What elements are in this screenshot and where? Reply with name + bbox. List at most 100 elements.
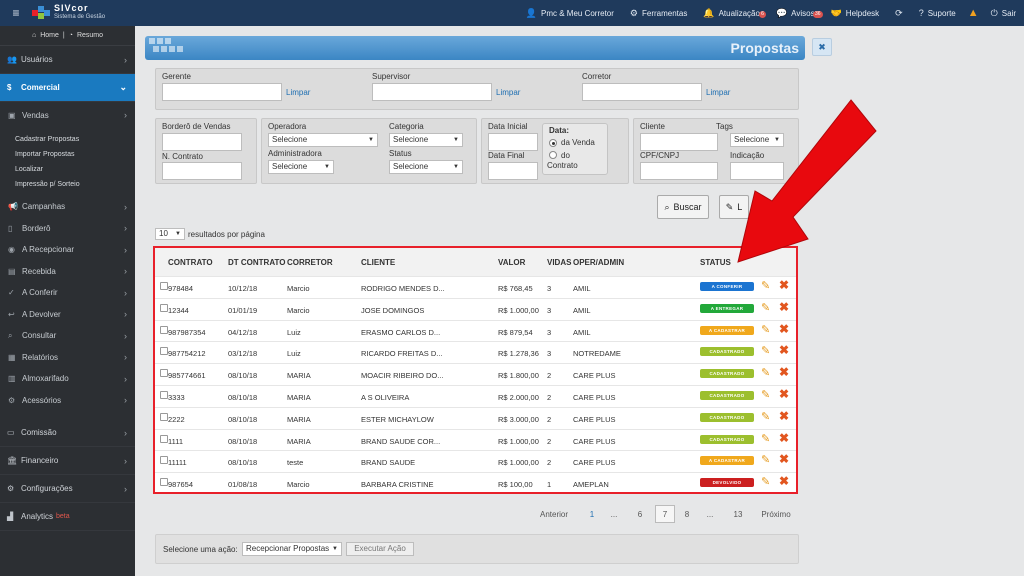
header-status[interactable]: STATUS [700, 258, 731, 267]
link-cadastrar-propostas[interactable]: Cadastrar Propostas [0, 132, 135, 147]
link-importar-propostas[interactable]: Importar Propostas [0, 147, 135, 162]
status-select[interactable]: Selecione ▼ [389, 160, 463, 174]
limpar-button[interactable]: ✎ L [719, 195, 749, 219]
data-final-input[interactable] [488, 162, 538, 180]
contrato-input[interactable] [162, 162, 242, 180]
row-checkbox[interactable] [160, 282, 168, 290]
sidebar-item-vendas[interactable]: ▣ Vendas › [0, 102, 135, 128]
sidebar-item-bordero[interactable]: ▯ Borderô › [0, 218, 135, 240]
action-select[interactable]: Recepcionar Propostas ▼ [242, 542, 342, 556]
delete-icon[interactable]: ✖ [779, 452, 789, 466]
row-checkbox[interactable] [160, 303, 168, 312]
cliente-input[interactable] [640, 133, 718, 151]
pencil-icon[interactable]: ✎ [761, 301, 770, 314]
pencil-icon[interactable]: ✎ [761, 366, 770, 379]
pagination-next[interactable]: Próximo [757, 504, 795, 524]
sidebar-item-comercial[interactable]: $ Comercial ⌄ [0, 74, 135, 102]
administradora-select[interactable]: Selecione ▼ [268, 160, 334, 174]
top-nav-suporte[interactable]: ? Suporte [911, 8, 964, 18]
table-row[interactable]: 3333 08/10/18 MARIA A S OLIVEIRA R$ 2.000,00… [155, 385, 796, 407]
row-checkbox[interactable] [160, 412, 168, 421]
indicacao-input[interactable] [730, 162, 784, 180]
table-row[interactable]: 985774661 08/10/18 MARIA MOACIR RIBEIRO DO.… [155, 363, 796, 385]
pencil-icon[interactable]: ✎ [761, 323, 770, 336]
table-row[interactable]: 12344 01/01/19 Marcio JOSE DOMINGOS R$ 1.000… [155, 297, 796, 320]
per-page-select[interactable]: 10 ▼ [155, 228, 185, 240]
top-nav-helpdesk[interactable]: 🤝 Helpdesk [823, 8, 888, 19]
delete-icon[interactable]: ✖ [779, 322, 789, 336]
link-localizar[interactable]: Localizar [0, 162, 135, 177]
do-contrato-radio[interactable] [549, 151, 557, 159]
header-valor[interactable]: VALOR [498, 258, 525, 267]
sidebar-home[interactable]: ⌂ Home | ◔ Resumo [0, 26, 135, 46]
page-6[interactable]: 6 [633, 504, 647, 524]
row-checkbox[interactable] [160, 478, 168, 487]
header-vidas[interactable]: VIDAS [547, 258, 571, 267]
sidebar-item-usuarios[interactable]: 👥 Usuários › [0, 46, 135, 74]
gerente-limpar-link[interactable]: Limpar [286, 88, 310, 97]
sidebar-item-configuracoes[interactable]: ⚙ Configurações › [0, 475, 135, 503]
corretor-input[interactable] [582, 83, 702, 101]
gerente-input[interactable] [162, 83, 282, 101]
data-inicial-input[interactable] [488, 133, 538, 151]
table-row[interactable]: 987754212 03/12/18 Luiz RICARDO FREITAS D..… [155, 341, 796, 363]
tags-select[interactable]: Selecione ▼ [730, 133, 784, 147]
pencil-icon[interactable]: ✎ [761, 344, 770, 357]
refresh-button[interactable]: ⟳ [887, 8, 911, 19]
table-row[interactable]: 987654 01/08/18 Marcio BARBARA CRISTINE R$ 1… [155, 472, 796, 494]
sidebar-item-a-conferir[interactable]: ✓ A Conferir › [0, 282, 135, 304]
sidebar-item-almoxarifado[interactable]: ▥ Almoxarifado › [0, 368, 135, 390]
buscar-button[interactable]: ⌕ Buscar [657, 195, 709, 219]
hamburger-icon[interactable]: ≡ [0, 6, 32, 20]
sidebar-item-campanhas[interactable]: 📢 Campanhas › [0, 196, 135, 218]
da-venda-radio[interactable] [549, 139, 557, 147]
delete-icon[interactable]: ✖ [779, 431, 789, 445]
sidebar-item-financeiro[interactable]: 🏛 Financeiro › [0, 447, 135, 475]
operadora-select[interactable]: Selecione ▼ [268, 133, 378, 147]
bordero-input[interactable] [162, 133, 242, 151]
sidebar-item-acessorios[interactable]: ⚙ Acessórios › [0, 390, 135, 412]
header-oper-admin[interactable]: OPER/ADMIN [573, 258, 624, 267]
pencil-icon[interactable]: ✎ [761, 410, 770, 423]
table-row[interactable]: 1111 08/10/18 MARIA BRAND SAUDE COR... R$ 1.… [155, 428, 796, 451]
executar-acao-button[interactable]: Executar Ação [346, 542, 414, 556]
pencil-icon[interactable]: ✎ [761, 432, 770, 445]
warning-icon[interactable]: ▲ [964, 7, 983, 19]
row-checkbox[interactable] [160, 369, 168, 378]
header-dt-contrato[interactable]: DT CONTRATO [228, 258, 285, 267]
row-checkbox[interactable] [160, 347, 168, 356]
pencil-icon[interactable]: ✎ [761, 279, 770, 292]
pencil-icon[interactable]: ✎ [761, 388, 770, 401]
page-1[interactable]: 1 [585, 504, 599, 524]
link-impressao-sorteio[interactable]: Impressão p/ Sorteio [0, 177, 135, 192]
top-nav-avisos[interactable]: 💬 Avisos 36 [768, 8, 823, 19]
table-row[interactable]: 987987354 04/12/18 Luiz ERASMO CARLOS D... R… [155, 319, 796, 342]
page-13[interactable]: 13 [729, 504, 747, 524]
page-8[interactable]: 8 [680, 504, 694, 524]
sidebar-item-relatorios[interactable]: ▦ Relatórios › [0, 347, 135, 369]
corretor-limpar-link[interactable]: Limpar [706, 88, 730, 97]
header-corretor[interactable]: CORRETOR [287, 258, 333, 267]
pagination-prev[interactable]: Anterior [539, 504, 569, 524]
delete-icon[interactable]: ✖ [779, 343, 789, 357]
pencil-icon[interactable]: ✎ [761, 453, 770, 466]
row-checkbox[interactable] [160, 456, 168, 465]
delete-icon[interactable]: ✖ [779, 387, 789, 401]
top-nav-sair[interactable]: ⏻ Sair [983, 8, 1024, 19]
sidebar-item-analytics[interactable]: ▟ Analytics beta [0, 503, 135, 531]
categoria-select[interactable]: Selecione ▼ [389, 133, 463, 147]
header-contrato[interactable]: CONTRATO [168, 258, 213, 267]
table-row[interactable]: 2222 08/10/18 MARIA ESTER MICHAYLOW R$ 3.000… [155, 406, 796, 429]
row-checkbox[interactable] [160, 434, 168, 443]
table-row[interactable]: 978484 10/12/18 Marcio RODRIGO MENDES D... R… [155, 276, 796, 298]
sidebar-item-a-recepcionar[interactable]: ◉ A Recepcionar › [0, 239, 135, 261]
delete-icon[interactable]: ✖ [779, 365, 789, 379]
delete-icon[interactable]: ✖ [779, 278, 789, 292]
header-cliente[interactable]: CLIENTE [361, 258, 395, 267]
top-nav-ferramentas[interactable]: ⚙ Ferramentas [622, 8, 695, 19]
supervisor-limpar-link[interactable]: Limpar [496, 88, 520, 97]
logo[interactable]: SIVcor Sistema de Gestão [32, 4, 105, 22]
cpf-input[interactable] [640, 162, 718, 180]
top-nav-corretor[interactable]: 👤 Pmc & Meu Corretor [518, 8, 622, 19]
table-row[interactable]: 11111 08/10/18 teste BRAND SAUDE R$ 1.000,00… [155, 450, 796, 472]
